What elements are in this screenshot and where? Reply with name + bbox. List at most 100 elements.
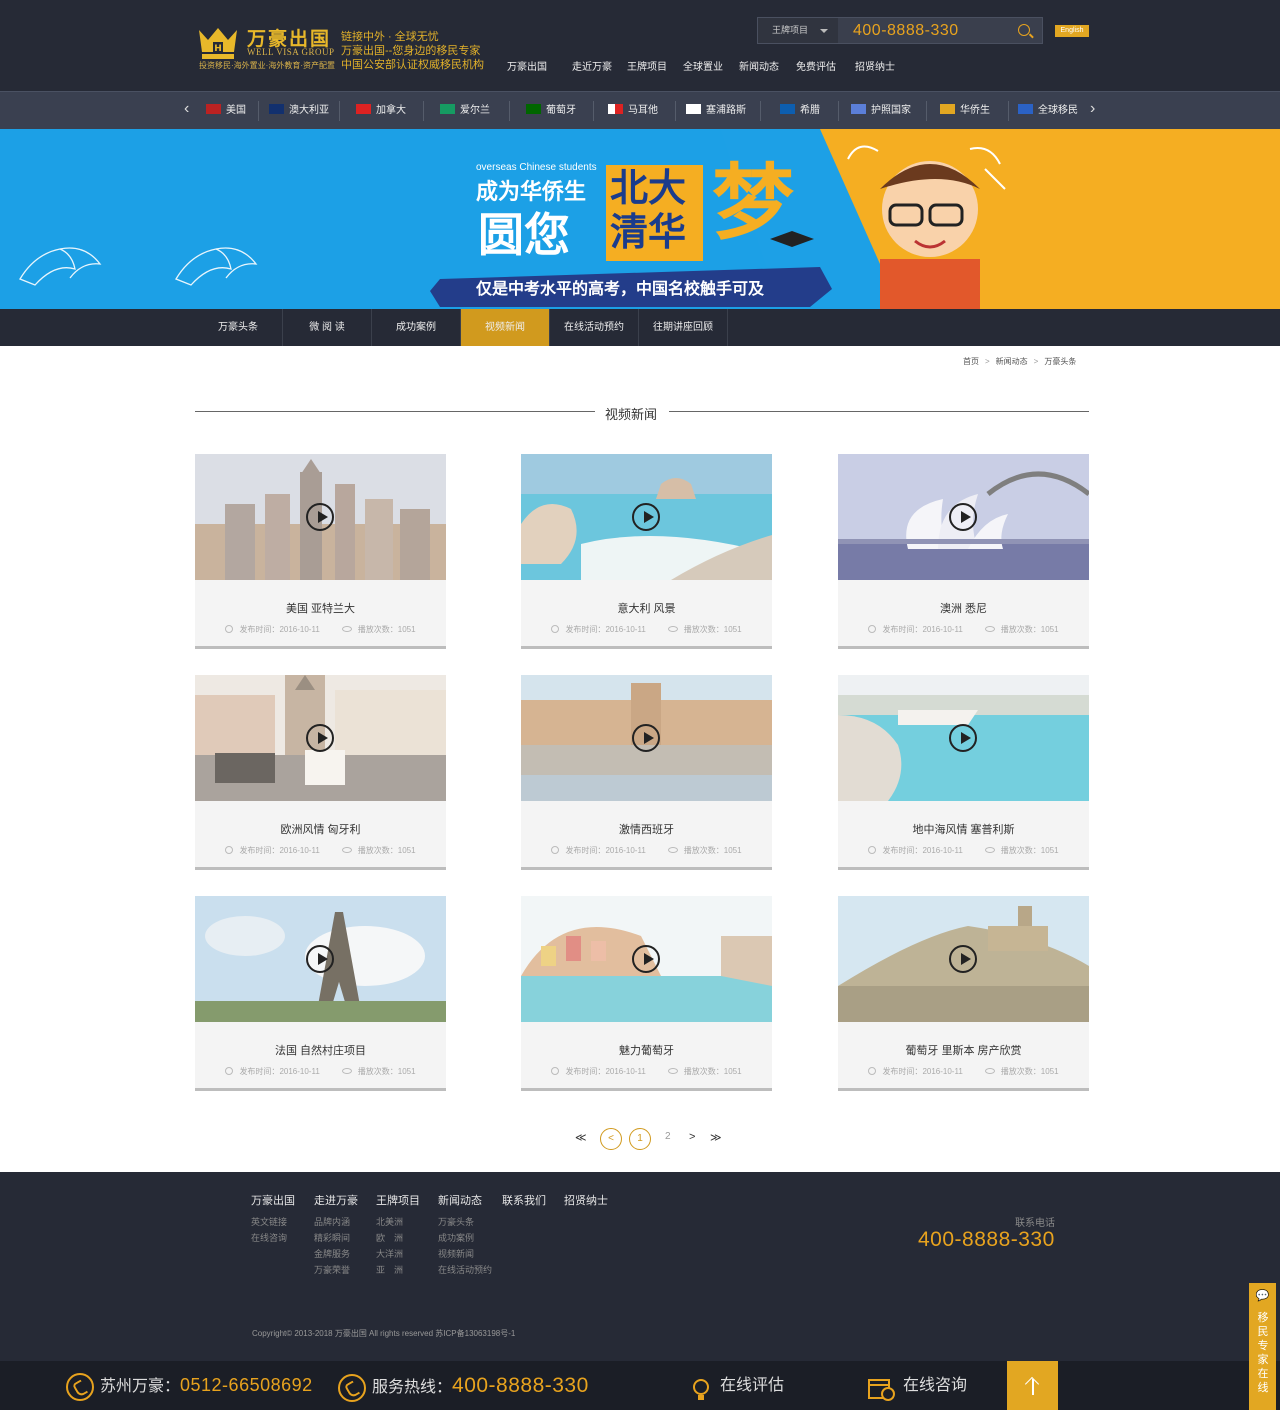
subnav-tab[interactable]: 往期讲座回顾 bbox=[639, 309, 728, 346]
video-card[interactable]: 澳洲 悉尼 发布时间：2016-10-11 播放次数：1051 bbox=[838, 454, 1089, 649]
last-page-button[interactable]: ≫ bbox=[710, 1131, 722, 1144]
hotline-contact[interactable]: 服务热线：400-8888-330 bbox=[338, 1361, 589, 1410]
video-card[interactable]: 葡萄牙 里斯本 房产欣赏 发布时间：2016-10-11 播放次数：1051 bbox=[838, 896, 1089, 1091]
footer-link[interactable]: 万豪荣誉 bbox=[314, 1262, 358, 1278]
next-page-button[interactable]: > bbox=[689, 1131, 695, 1143]
nav-item[interactable]: 王牌项目 bbox=[627, 58, 667, 73]
footer-link[interactable]: 品牌内涵 bbox=[314, 1214, 358, 1230]
page-current[interactable]: 1 bbox=[629, 1128, 651, 1150]
nav-item[interactable]: 免费评估 bbox=[796, 58, 836, 73]
video-title[interactable]: 美国 亚特兰大 bbox=[195, 600, 446, 616]
footer-link[interactable]: 在线咨询 bbox=[251, 1230, 295, 1246]
footer-link[interactable]: 金牌服务 bbox=[314, 1246, 358, 1262]
country-gr[interactable]: 希腊 bbox=[780, 92, 820, 129]
country-student[interactable]: 华侨生 bbox=[940, 92, 990, 129]
country-label: 塞浦路斯 bbox=[706, 105, 746, 116]
country-ie[interactable]: 爱尔兰 bbox=[440, 92, 490, 129]
assess-button[interactable]: 在线评估 bbox=[690, 1361, 784, 1410]
video-views: 1051 bbox=[397, 846, 416, 855]
video-title[interactable]: 葡萄牙 里斯本 房产欣赏 bbox=[838, 1042, 1089, 1058]
country-passport[interactable]: 护照国家 bbox=[851, 92, 911, 129]
nav-item[interactable]: 新闻动态 bbox=[739, 58, 779, 73]
video-card[interactable]: 法国 自然村庄项目 发布时间：2016-10-11 播放次数：1051 bbox=[195, 896, 446, 1091]
chevron-right-icon[interactable]: › bbox=[1090, 100, 1095, 118]
footer-link[interactable]: 精彩瞬间 bbox=[314, 1230, 358, 1246]
video-date: 2016-10-11 bbox=[922, 1067, 963, 1076]
video-card[interactable]: 魅力葡萄牙 发布时间：2016-10-11 播放次数：1051 bbox=[521, 896, 772, 1091]
play-icon[interactable] bbox=[632, 945, 660, 973]
play-icon[interactable] bbox=[632, 503, 660, 531]
footer-heading[interactable]: 走进万豪 bbox=[314, 1192, 358, 1208]
country-cy[interactable]: 塞浦路斯 bbox=[686, 92, 746, 129]
video-title[interactable]: 地中海风情 塞普利斯 bbox=[838, 821, 1089, 837]
footer-link[interactable]: 北美洲 bbox=[376, 1214, 420, 1230]
prev-page-button[interactable]: < bbox=[600, 1128, 622, 1150]
footer-link[interactable]: 亚 洲 bbox=[376, 1262, 420, 1278]
video-title[interactable]: 魅力葡萄牙 bbox=[521, 1042, 772, 1058]
passport-flag-icon bbox=[851, 104, 866, 114]
breadcrumb-item[interactable]: 新闻动态 bbox=[996, 357, 1028, 366]
hero-banner[interactable]: overseas Chinese students 成为华侨生 圆您 北大 清华… bbox=[0, 129, 1280, 309]
play-icon[interactable] bbox=[306, 503, 334, 531]
footer-link[interactable]: 大洋洲 bbox=[376, 1246, 420, 1262]
breadcrumb-item[interactable]: 首页 bbox=[963, 357, 979, 366]
search-category-select[interactable]: 王牌项目 bbox=[758, 18, 838, 43]
banner-dream: 梦 bbox=[712, 158, 795, 249]
footer-heading[interactable]: 万豪出国 bbox=[251, 1192, 295, 1208]
breadcrumb-item[interactable]: 万豪头条 bbox=[1044, 357, 1076, 366]
footer-link[interactable]: 万豪头条 bbox=[438, 1214, 492, 1230]
subnav-tab[interactable]: 在线活动预约 bbox=[550, 309, 639, 346]
english-button[interactable]: English bbox=[1055, 25, 1089, 37]
footer-link[interactable]: 欧 洲 bbox=[376, 1230, 420, 1246]
play-icon[interactable] bbox=[949, 503, 977, 531]
first-page-button[interactable]: ≪ bbox=[575, 1131, 587, 1144]
video-title[interactable]: 意大利 风景 bbox=[521, 600, 772, 616]
side-chat-button[interactable]: 💬 移民专家在线 bbox=[1249, 1283, 1276, 1410]
nav-item[interactable]: 招贤纳士 bbox=[855, 58, 895, 73]
footer-heading[interactable]: 新闻动态 bbox=[438, 1192, 492, 1208]
play-icon[interactable] bbox=[949, 945, 977, 973]
country-ca[interactable]: 加拿大 bbox=[356, 92, 406, 129]
video-title[interactable]: 法国 自然村庄项目 bbox=[195, 1042, 446, 1058]
footer-link[interactable]: 在线活动预约 bbox=[438, 1262, 492, 1278]
footer-heading[interactable]: 招贤纳士 bbox=[564, 1192, 608, 1208]
video-title[interactable]: 欧洲风情 匈牙利 bbox=[195, 821, 446, 837]
footer-link[interactable]: 视频新闻 bbox=[438, 1246, 492, 1262]
page-number[interactable]: 2 bbox=[665, 1131, 671, 1142]
play-icon[interactable] bbox=[306, 724, 334, 752]
country-mt[interactable]: 马耳他 bbox=[608, 92, 658, 129]
video-card[interactable]: 意大利 风景 发布时间：2016-10-11 播放次数：1051 bbox=[521, 454, 772, 649]
nav-item[interactable]: 走近万豪 bbox=[572, 58, 612, 73]
video-card[interactable]: 地中海风情 塞普利斯 发布时间：2016-10-11 播放次数：1051 bbox=[838, 675, 1089, 870]
play-icon[interactable] bbox=[306, 945, 334, 973]
clock-icon bbox=[551, 846, 560, 854]
play-icon[interactable] bbox=[632, 724, 660, 752]
video-title[interactable]: 澳洲 悉尼 bbox=[838, 600, 1089, 616]
video-card[interactable]: 欧洲风情 匈牙利 发布时间：2016-10-11 播放次数：1051 bbox=[195, 675, 446, 870]
subnav-tab[interactable]: 微 阅 读 bbox=[283, 309, 372, 346]
back-to-top-button[interactable] bbox=[1007, 1361, 1058, 1410]
footer-heading[interactable]: 联系我们 bbox=[502, 1192, 546, 1208]
nav-item[interactable]: 全球置业 bbox=[683, 58, 723, 73]
country-us[interactable]: 美国 bbox=[206, 92, 246, 129]
video-card[interactable]: 激情西班牙 发布时间：2016-10-11 播放次数：1051 bbox=[521, 675, 772, 870]
subnav-tab[interactable]: 成功案例 bbox=[372, 309, 461, 346]
footer-link[interactable]: 英文链接 bbox=[251, 1214, 295, 1230]
country-globe[interactable]: 全球移民 bbox=[1018, 92, 1078, 129]
consult-button[interactable]: 在线咨询 bbox=[867, 1361, 967, 1410]
footer-link[interactable]: 成功案例 bbox=[438, 1230, 492, 1246]
video-title[interactable]: 激情西班牙 bbox=[521, 821, 772, 837]
logo[interactable]: H 万豪出国 WELL VISA GROUP 投资移民·海外置业·海外教育·资产… bbox=[195, 22, 335, 72]
play-icon[interactable] bbox=[949, 724, 977, 752]
subnav-tab[interactable]: 视频新闻 bbox=[461, 309, 550, 346]
nav-item[interactable]: 万豪出国 bbox=[507, 58, 547, 73]
divider bbox=[760, 101, 761, 121]
chevron-left-icon[interactable]: ‹ bbox=[184, 100, 189, 118]
video-card[interactable]: 美国 亚特兰大 发布时间：2016-10-11 播放次数：1051 bbox=[195, 454, 446, 649]
suzhou-contact[interactable]: 苏州万豪：0512-66508692 bbox=[66, 1361, 313, 1410]
search-icon[interactable] bbox=[1018, 24, 1030, 36]
footer-heading[interactable]: 王牌项目 bbox=[376, 1192, 420, 1208]
subnav-tab[interactable]: 万豪头条 bbox=[194, 309, 283, 346]
country-pt[interactable]: 葡萄牙 bbox=[526, 92, 576, 129]
country-au[interactable]: 澳大利亚 bbox=[269, 92, 329, 129]
